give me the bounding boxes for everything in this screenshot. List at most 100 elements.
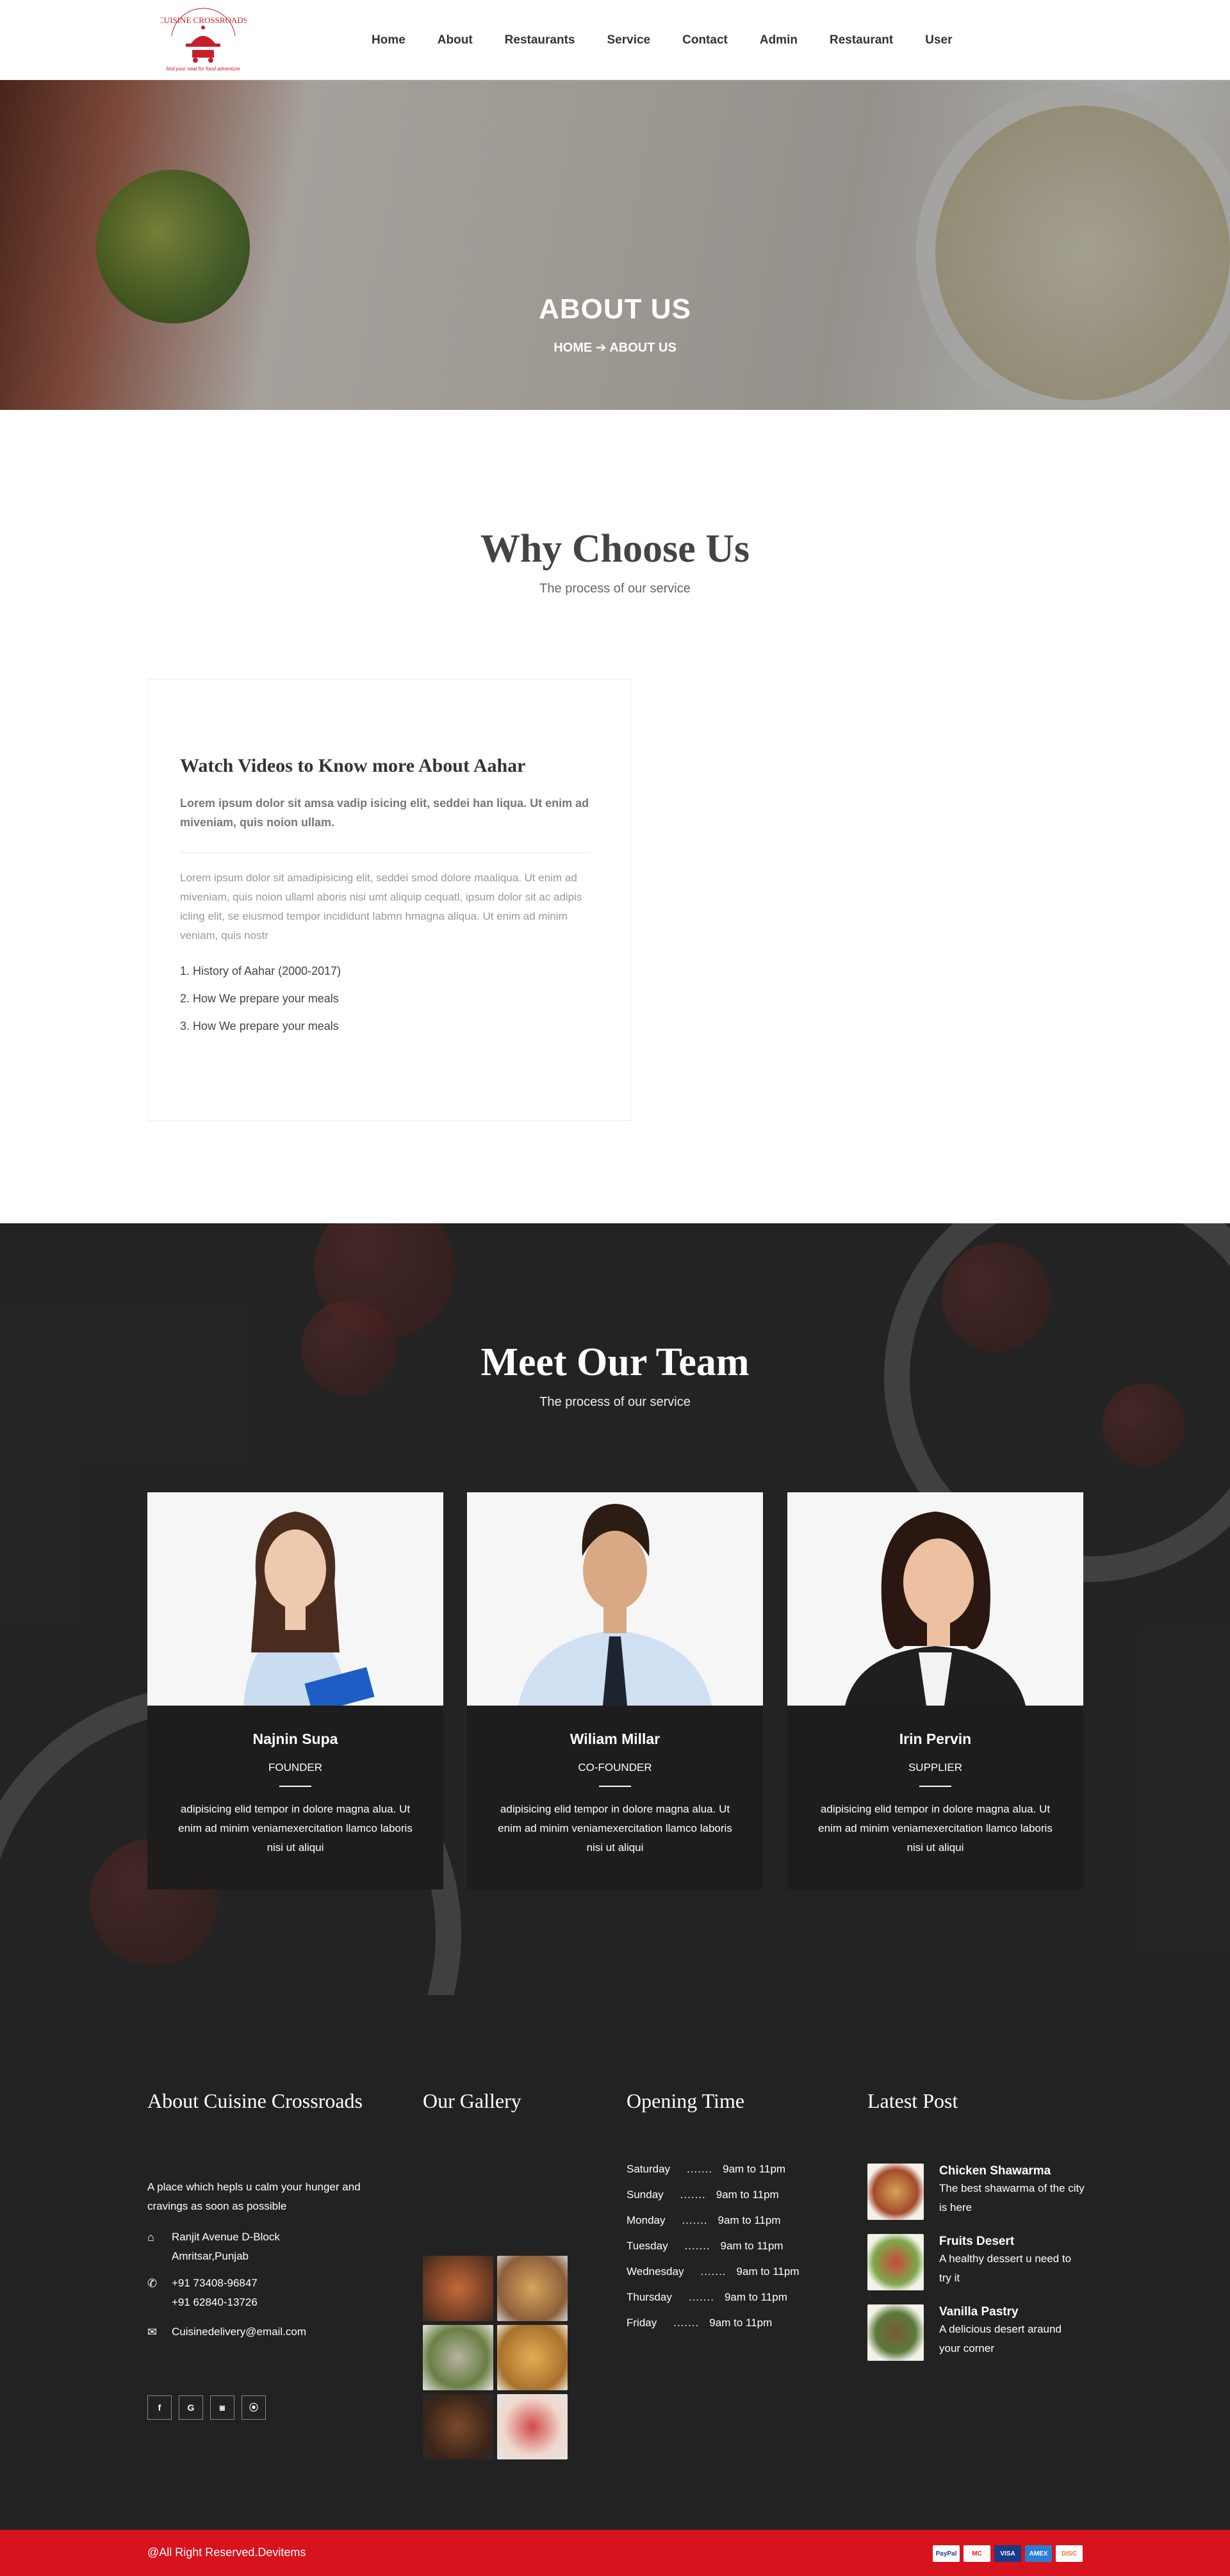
posts-list: Chicken Shawarma The best shawarma of the…	[867, 2164, 1085, 2361]
member-photo	[147, 1492, 443, 1706]
paypal-icon: PayPal	[933, 2545, 960, 2562]
email-link[interactable]: Cuisinedelivery@email.com	[172, 2322, 306, 2342]
video-info-box: Watch Videos to Know more About Aahar Lo…	[147, 679, 631, 1121]
footer-heading: Opening Time	[627, 2089, 745, 2112]
post-desc: A delicious desert araund your corner	[939, 2323, 1062, 2354]
address-row: ⌂ Ranjit Avenue D-Block Amritsar,Punjab	[147, 2228, 365, 2266]
post-title[interactable]: Fruits Desert	[939, 2234, 1085, 2249]
nav-service-link[interactable]: Service	[607, 33, 651, 47]
member-bio: adipisicing elid tempor in dolore magna …	[498, 1803, 732, 1854]
post-item[interactable]: Chicken Shawarma The best shawarma of the…	[867, 2164, 1085, 2220]
breadcrumb-arrow-icon: ➔	[595, 341, 607, 355]
member-bio: adipisicing elid tempor in dolore magna …	[818, 1803, 1053, 1854]
list-item[interactable]: 1. History of Aahar (2000-2017)	[180, 965, 341, 981]
meet-our-team-section: Meet Our Team The process of our service…	[0, 1223, 1230, 1995]
member-role: FOUNDER	[268, 1761, 323, 1773]
divider	[279, 1786, 311, 1787]
hours-row: Thursday....... 9am to 11pm	[627, 2291, 787, 2303]
member-role: SUPPLIER	[908, 1761, 963, 1773]
team-card[interactable]: Najnin Supa FOUNDER adipisicing elid tem…	[147, 1492, 443, 1889]
nav-home-link[interactable]: Home	[372, 33, 406, 47]
post-item[interactable]: Vanilla Pastry A delicious desert araund …	[867, 2304, 1085, 2361]
phone-row: ✆ +91 73408-96847 +91 62840-13726	[147, 2274, 365, 2312]
post-thumb	[867, 2234, 924, 2290]
breadcrumb-current: ABOUT US	[609, 341, 676, 355]
nav-about-link[interactable]: About	[438, 33, 473, 47]
nav-restaurants-link[interactable]: Restaurants	[505, 33, 575, 47]
video-list: 1. History of Aahar (2000-2017) 2. How W…	[180, 965, 341, 1047]
member-photo	[467, 1492, 763, 1706]
gallery-thumb[interactable]	[497, 2325, 568, 2390]
nav-admin-link[interactable]: Admin	[760, 33, 798, 47]
gallery-thumb[interactable]	[423, 2325, 493, 2390]
facebook-icon[interactable]: f	[147, 2395, 172, 2420]
footer-heading: Latest Post	[867, 2089, 958, 2112]
copyright-text: @All Right Reserved.Devitems	[147, 2546, 306, 2559]
post-item[interactable]: Fruits Desert A healthy dessert u need to…	[867, 2234, 1085, 2290]
list-item[interactable]: 2. How We prepare your meals	[180, 992, 341, 1009]
google-icon[interactable]: G	[179, 2395, 203, 2420]
footer-about-column: About Cuisine Crossroads A place which h…	[147, 2091, 365, 2342]
post-title[interactable]: Vanilla Pastry	[939, 2304, 1085, 2320]
instagram-icon[interactable]: ◙	[210, 2395, 234, 2420]
post-title[interactable]: Chicken Shawarma	[939, 2164, 1085, 2179]
member-role: CO-FOUNDER	[578, 1761, 652, 1773]
breadcrumb: HOME ➔ ABOUT US	[0, 339, 1230, 355]
section-subtitle: The process of our service	[539, 1395, 691, 1409]
email-row: ✉ Cuisinedelivery@email.com	[147, 2322, 365, 2342]
post-desc: The best shawarma of the city is here	[939, 2182, 1085, 2213]
mastercard-icon: MC	[964, 2545, 990, 2562]
discover-icon: DISC	[1056, 2545, 1083, 2562]
social-links: f G ◙ ⦿	[147, 2395, 273, 2420]
box-heading: Watch Videos to Know more About Aahar	[180, 755, 526, 776]
section-title: Meet Our Team	[480, 1341, 750, 1384]
amex-icon: AMEX	[1025, 2545, 1052, 2562]
hours-row: Friday....... 9am to 11pm	[627, 2317, 773, 2329]
hours-row: Saturday....... 9am to 11pm	[627, 2163, 786, 2175]
brand-logo[interactable]: CUISINE CROSSROADS find your seat for fo…	[158, 4, 248, 76]
rss-icon[interactable]: ⦿	[242, 2395, 266, 2420]
post-thumb	[867, 2164, 924, 2220]
gallery-thumb[interactable]	[423, 2256, 493, 2321]
box-lead-text: Lorem ipsum dolor sit amsa vadip isicing…	[180, 797, 589, 829]
nav-contact-link[interactable]: Contact	[682, 33, 728, 47]
team-card[interactable]: Wiliam Millar CO-FOUNDER adipisicing eli…	[467, 1492, 763, 1889]
footer-hours-column: Opening Time Saturday....... 9am to 11pm …	[627, 2091, 800, 2342]
site-footer: About Cuisine Crossroads A place which h…	[0, 1995, 1230, 2530]
hours-row: Tuesday....... 9am to 11pm	[627, 2240, 783, 2252]
footer-heading: About Cuisine Crossroads	[147, 2089, 363, 2112]
hours-row: Sunday....... 9am to 11pm	[627, 2189, 779, 2201]
top-navbar: CUISINE CROSSROADS find your seat for fo…	[0, 0, 1230, 80]
svg-text:CUISINE CROSSROADS: CUISINE CROSSROADS	[160, 15, 247, 25]
post-desc: A healthy dessert u need to try it	[939, 2253, 1072, 2284]
nav-user-link[interactable]: User	[925, 33, 952, 47]
breadcrumb-home[interactable]: HOME	[554, 341, 592, 355]
footer-heading: Our Gallery	[423, 2089, 521, 2112]
divider	[180, 852, 590, 853]
divider	[919, 1786, 951, 1787]
section-title: Why Choose Us	[480, 527, 750, 571]
gallery-thumb[interactable]	[497, 2256, 568, 2321]
page-banner: ABOUT US HOME ➔ ABOUT US	[0, 80, 1230, 410]
why-choose-us-section: Why Choose Us The process of our service…	[0, 410, 1230, 1223]
member-photo	[787, 1492, 1083, 1706]
team-card[interactable]: Irin Pervin SUPPLIER adipisicing elid te…	[787, 1492, 1083, 1889]
nav-restaurant-link[interactable]: Restaurant	[830, 33, 893, 47]
hours-list: Saturday....... 9am to 11pm Sunday.......…	[627, 2163, 800, 2342]
gallery-thumb[interactable]	[497, 2394, 568, 2459]
gallery-thumb[interactable]	[423, 2394, 493, 2459]
hours-row: Wednesday....... 9am to 11pm	[627, 2265, 800, 2278]
home-icon: ⌂	[147, 2231, 154, 2244]
post-thumb	[867, 2304, 924, 2361]
page-title: ABOUT US	[539, 293, 691, 325]
mail-icon: ✉	[147, 2326, 158, 2338]
hours-row: Monday....... 9am to 11pm	[627, 2214, 781, 2226]
member-name: Irin Pervin	[899, 1731, 972, 1747]
box-paragraph: Lorem ipsum dolor sit amadipisicing elit…	[180, 872, 582, 942]
phone-icon: ✆	[147, 2277, 158, 2290]
main-menu: Home About Restaurants Service Contact A…	[372, 0, 984, 80]
visa-icon: VISA	[994, 2545, 1021, 2562]
list-item[interactable]: 3. How We prepare your meals	[180, 1020, 341, 1036]
section-subtitle: The process of our service	[539, 582, 691, 596]
member-name: Wiliam Millar	[570, 1731, 660, 1747]
